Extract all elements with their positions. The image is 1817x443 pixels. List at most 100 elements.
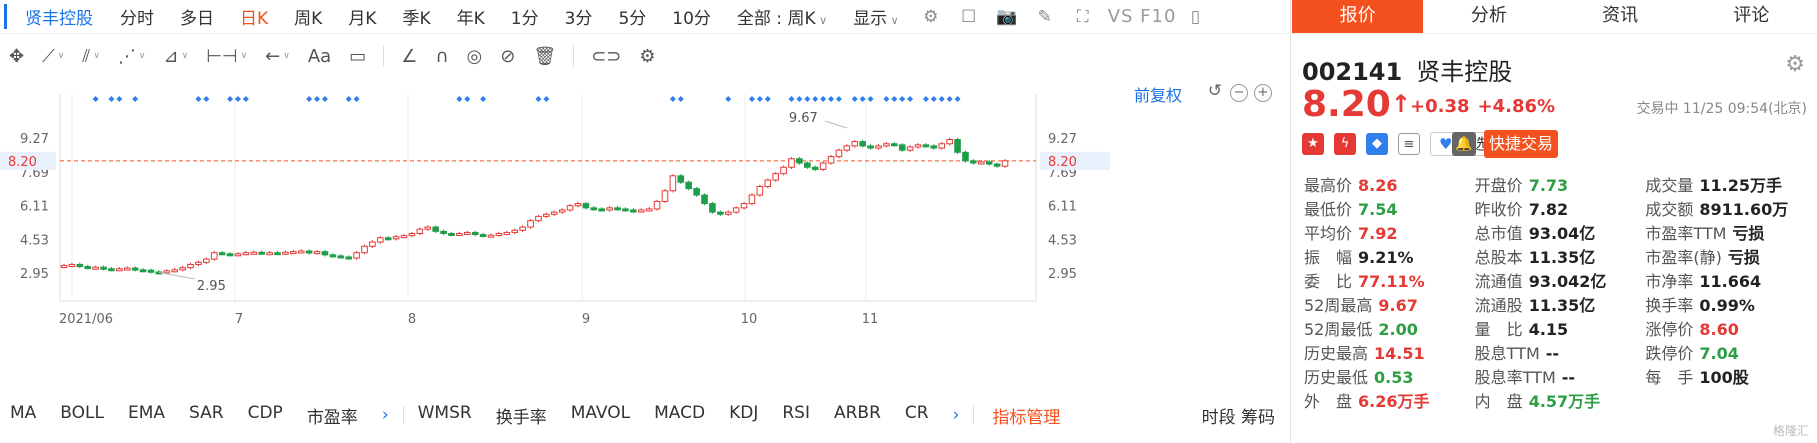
sidebar-toggle-icon[interactable]: ▯ xyxy=(1182,5,1208,29)
period-tab[interactable]: 3分 xyxy=(552,4,606,29)
indicator-tab[interactable]: WMSR xyxy=(408,403,486,428)
trash-icon[interactable]: 🗑 xyxy=(533,46,556,67)
drawing-toolbar: ✥ ⟋ ∨ ⫽ ∨ ⋰ ∨ ⊿ ∨ ⊢⊣ ∨ ← ∨ Aa ▭ ∠ ∩ ◎ ⊘ 🗑 ⊂⊃ ⚙ xyxy=(0,36,1291,76)
candle-body xyxy=(693,188,700,196)
candle-body xyxy=(946,138,953,145)
period-tab[interactable]: 日K xyxy=(227,4,281,29)
stat-cell: 历史最高 14.51 xyxy=(1304,342,1475,366)
magnet-icon[interactable]: ∩ xyxy=(435,46,448,67)
fib-icon[interactable]: ⊿ ∨ xyxy=(164,46,189,67)
stat-cell: 最高价 8.26 xyxy=(1304,174,1475,198)
period-tab[interactable]: 月K xyxy=(335,4,389,29)
quick-trade-button[interactable]: 快捷交易 xyxy=(1484,130,1558,158)
candle-body xyxy=(970,160,977,164)
range-icon[interactable]: ⊢⊣ ∨ xyxy=(206,46,247,67)
stock-name-tab[interactable]: 贤丰控股 xyxy=(4,4,107,29)
x-tick-label: 8 xyxy=(408,312,416,327)
indicator-tab[interactable]: CR xyxy=(895,403,943,428)
candle-body xyxy=(867,145,874,149)
period-tab[interactable]: 周K xyxy=(281,4,335,29)
x-tick-label: 10 xyxy=(741,312,758,327)
wave-icon[interactable]: ⋰ ∨ xyxy=(118,46,146,67)
period-tab[interactable]: 年K xyxy=(444,4,498,29)
quote-tab[interactable]: 评论 xyxy=(1686,0,1817,33)
arrow-icon[interactable]: ← ∨ xyxy=(265,46,290,67)
scroll-right-icon[interactable]: › xyxy=(943,405,970,425)
line-icon[interactable]: ⟋ ∨ xyxy=(42,46,64,67)
candle-body xyxy=(780,166,787,175)
gear-icon[interactable]: ⚙ xyxy=(1785,52,1805,77)
settings-icon[interactable]: ⚙ xyxy=(639,46,655,67)
comment-icon[interactable]: ▭ xyxy=(349,46,366,67)
x-tick-label: 7 xyxy=(235,312,243,327)
indicator-tab[interactable]: KDJ xyxy=(719,403,772,428)
indicator-tab[interactable]: RSI xyxy=(772,403,824,428)
bell-icon[interactable]: 🔔 xyxy=(1452,132,1476,156)
text-icon[interactable]: Aa xyxy=(308,46,331,67)
channel-icon[interactable]: ⫽ ∨ xyxy=(82,46,100,67)
candle-body xyxy=(875,145,882,149)
indicator-tab[interactable]: BOLL xyxy=(50,403,118,428)
signal-diamond xyxy=(480,96,487,102)
lightning-icon[interactable]: ϟ xyxy=(1334,133,1356,155)
camera-icon[interactable]: 📷 xyxy=(994,5,1020,29)
period-tab[interactable]: 分时 xyxy=(107,4,167,29)
period-chip-toggle[interactable]: 时段 筹码 xyxy=(1202,403,1291,428)
signal-diamond xyxy=(353,96,360,102)
scroll-right-icon[interactable]: › xyxy=(372,405,399,425)
candle-body xyxy=(408,232,416,237)
period-tab[interactable]: 5分 xyxy=(605,4,659,29)
indicator-tab[interactable]: EMA xyxy=(118,403,179,428)
indicator-tab[interactable]: ARBR xyxy=(824,403,895,428)
candle-body xyxy=(226,253,234,257)
link-icon[interactable]: ⊂⊃ xyxy=(591,46,621,67)
vs-f10-button[interactable]: VS F10 xyxy=(1108,6,1177,27)
indicator-tab[interactable]: MAVOL xyxy=(561,403,644,428)
tag-icon[interactable]: ◆ xyxy=(1366,133,1388,155)
candle-body xyxy=(345,256,352,260)
indicator-manage-button[interactable]: 指标管理 xyxy=(978,403,1074,428)
signal-diamond xyxy=(867,96,874,102)
signal-diamond xyxy=(108,96,115,102)
stat-value: 11.35亿 xyxy=(1528,296,1596,315)
candlestick-chart[interactable]: 9.27 9.277.69 7.696.11 6.114.53 4.532.95 2.95… xyxy=(0,76,1291,396)
indicator-tab[interactable]: 换手率 xyxy=(486,403,561,428)
hide-icon[interactable]: ⊘ xyxy=(500,46,515,67)
quote-tab[interactable]: 分析 xyxy=(1423,0,1554,33)
indicator-tab[interactable]: 市盈率 xyxy=(297,403,372,428)
stat-cell: 振 幅 9.21% xyxy=(1304,246,1475,270)
indicator-tab[interactable]: MA xyxy=(0,403,50,428)
candle-body xyxy=(440,230,447,234)
quote-tab[interactable]: 资讯 xyxy=(1555,0,1686,33)
stock-header: 002141 贤丰控股 xyxy=(1302,52,1512,87)
stat-cell xyxy=(1645,390,1816,414)
stat-label: 跌停价 xyxy=(1645,344,1694,363)
note-icon[interactable]: ≡ xyxy=(1398,133,1420,155)
indicator-tab[interactable]: CDP xyxy=(238,403,297,428)
candle-body xyxy=(392,236,400,240)
period-tab[interactable]: 10分 xyxy=(659,4,724,29)
full-period-select[interactable]: 全部 : 周K xyxy=(724,4,840,29)
display-select[interactable]: 显示 xyxy=(840,4,912,29)
stat-cell: 52周最低 2.00 xyxy=(1304,318,1475,342)
stat-value: 100股 xyxy=(1699,368,1749,387)
angle-icon[interactable]: ∠ xyxy=(401,46,417,67)
indicator-tab[interactable]: SAR xyxy=(179,403,238,428)
pencil-icon[interactable]: ✎ xyxy=(1032,5,1058,29)
quote-tab[interactable]: 报价 xyxy=(1292,0,1424,33)
stat-cell: 流通股 11.35亿 xyxy=(1475,294,1646,318)
candle-body xyxy=(661,190,669,202)
signal-diamond xyxy=(820,96,827,102)
candle-body xyxy=(511,229,519,233)
gear-icon[interactable]: ⚙ xyxy=(918,5,944,29)
period-tab[interactable]: 多日 xyxy=(167,4,227,29)
square-icon[interactable]: ☐ xyxy=(956,5,982,29)
period-tab[interactable]: 季K xyxy=(389,4,443,29)
fullscreen-icon[interactable]: ⛶ xyxy=(1070,5,1096,29)
change-value: +0.38 xyxy=(1410,96,1470,117)
indicator-tab[interactable]: MACD xyxy=(644,403,719,428)
crosshair-icon[interactable]: ✥ xyxy=(9,46,24,67)
period-tab[interactable]: 1分 xyxy=(498,4,552,29)
candle-body xyxy=(819,162,827,170)
eye-icon[interactable]: ◎ xyxy=(467,46,483,67)
